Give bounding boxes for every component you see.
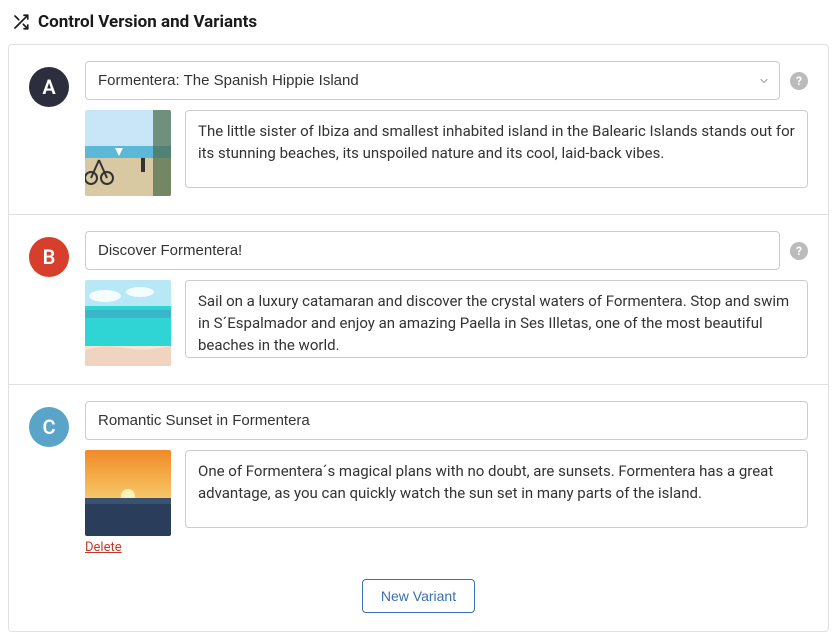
variant-b-thumbnail[interactable]	[85, 280, 171, 366]
variant-a-title-input[interactable]	[85, 61, 780, 100]
variant-a: A ?	[9, 45, 828, 214]
variant-badge-c: C	[29, 407, 69, 447]
chevron-down-icon[interactable]	[758, 75, 770, 87]
variant-badge-b: B	[29, 237, 69, 277]
new-variant-button[interactable]: New Variant	[362, 579, 475, 613]
variant-a-description-input[interactable]	[185, 110, 808, 188]
help-icon[interactable]: ?	[790, 72, 808, 90]
section-header: Control Version and Variants	[8, 8, 829, 44]
variant-b-title-input[interactable]	[85, 231, 780, 270]
variant-c-thumbnail[interactable]	[85, 450, 171, 536]
variant-c: C	[9, 384, 828, 573]
variant-c-title-input[interactable]	[85, 401, 808, 440]
panel-footer: New Variant	[9, 573, 828, 631]
help-icon[interactable]: ?	[790, 242, 808, 260]
variant-badge-a: A	[29, 67, 69, 107]
variant-b-description-input[interactable]	[185, 280, 808, 358]
shuffle-icon	[12, 13, 30, 31]
delete-link[interactable]: Delete	[85, 540, 122, 555]
variants-panel: A ?	[8, 44, 829, 632]
section-title: Control Version and Variants	[38, 12, 257, 32]
variant-b: B ?	[9, 214, 828, 384]
variant-c-description-input[interactable]	[185, 450, 808, 528]
variant-a-thumbnail[interactable]	[85, 110, 171, 196]
